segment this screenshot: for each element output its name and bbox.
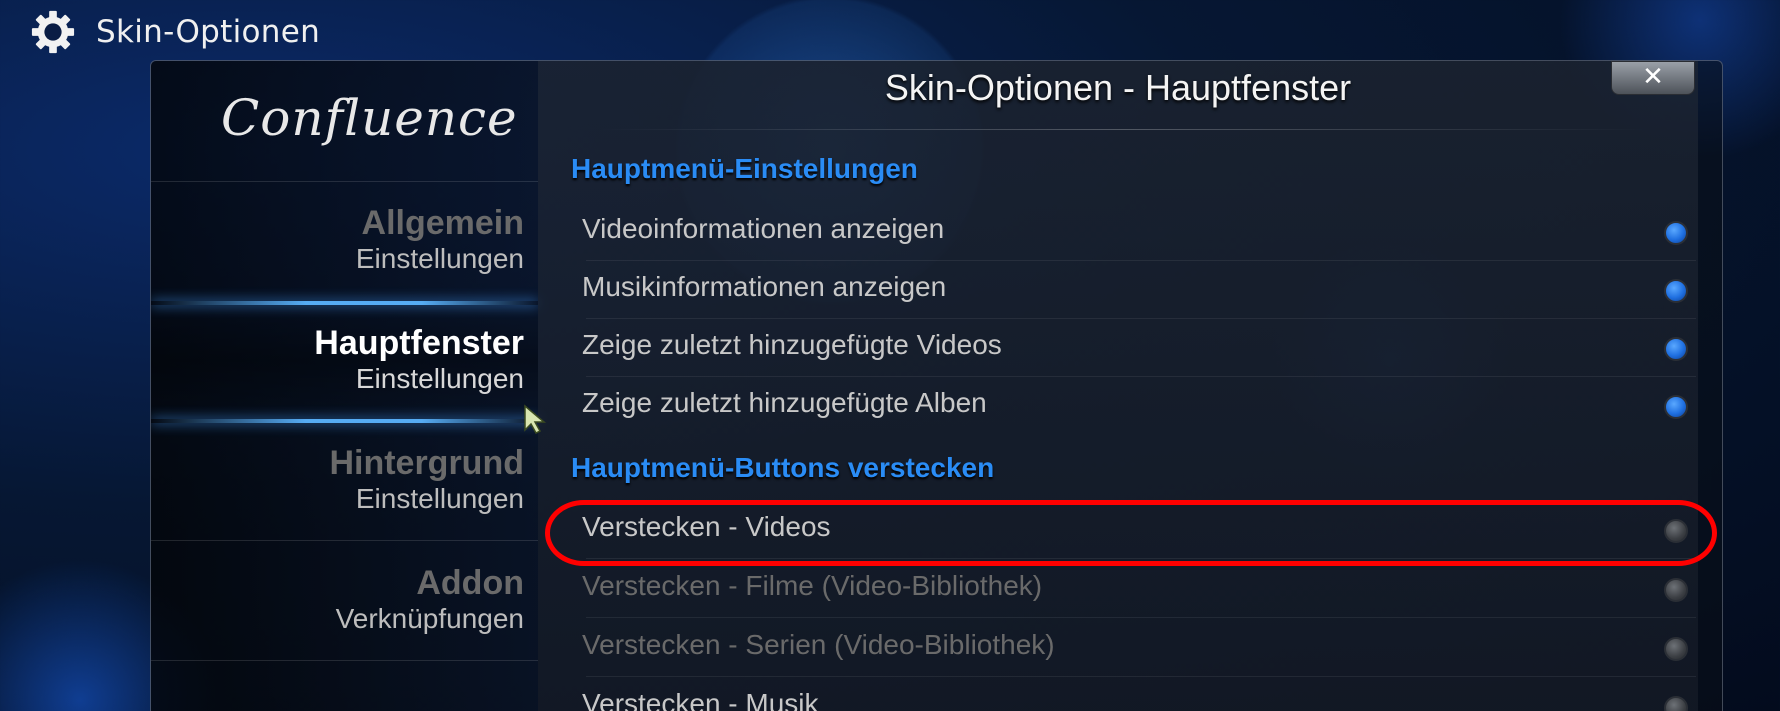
settings-panel: Skin-Optionen - Hauptfenster Hauptmenü-E… xyxy=(538,61,1698,711)
sidebar-item-title: Hauptfenster xyxy=(314,324,524,362)
sidebar-item-subtitle: Einstellungen xyxy=(355,363,524,394)
toggle-off-icon[interactable] xyxy=(1664,696,1688,711)
setting-label: Verstecken - Musik xyxy=(582,688,819,711)
sidebar: Confluence Allgemein Einstellungen Haupt… xyxy=(151,61,538,711)
setting-row-recent-videos[interactable]: Zeige zuletzt hinzugefügte Videos xyxy=(566,319,1696,377)
sidebar-item-title: Addon xyxy=(416,564,524,602)
sidebar-item-title: Allgemein xyxy=(361,204,524,242)
setting-label: Videoinformationen anzeigen xyxy=(582,213,945,244)
toggle-on-icon[interactable] xyxy=(1664,395,1688,419)
setting-row-musikinformationen[interactable]: Musikinformationen anzeigen xyxy=(566,261,1696,319)
setting-row-videoinformationen[interactable]: Videoinformationen anzeigen xyxy=(566,203,1696,261)
mouse-cursor-icon xyxy=(524,404,547,434)
sidebar-item-hauptfenster[interactable]: Hauptfenster Einstellungen xyxy=(314,324,524,395)
sidebar-item-title: Hintergrund xyxy=(329,444,524,482)
toggle-on-icon[interactable] xyxy=(1664,337,1688,361)
setting-label: Musikinformationen anzeigen xyxy=(582,271,947,302)
annotation-highlight-ellipse xyxy=(545,500,1717,566)
close-button[interactable]: ✕ xyxy=(1611,61,1695,95)
window-title: Skin-Optionen xyxy=(96,14,321,50)
setting-label: Zeige zuletzt hinzugefügte Alben xyxy=(582,387,987,418)
dialog-title: Skin-Optionen - Hauptfenster xyxy=(884,67,1352,108)
toggle-on-icon[interactable] xyxy=(1664,279,1688,303)
section-heading: Hauptmenü-Buttons verstecken xyxy=(571,452,995,483)
section-heading: Hauptmenü-Einstellungen xyxy=(571,153,918,184)
row-divider xyxy=(586,617,1696,618)
setting-row-hide-music[interactable]: Verstecken - Musik xyxy=(566,678,1688,711)
toggle-off-icon[interactable] xyxy=(1664,578,1688,602)
sidebar-item-hintergrund[interactable]: Hintergrund Einstellungen xyxy=(329,444,524,515)
sidebar-item-subtitle: Einstellungen xyxy=(355,243,524,274)
setting-label: Verstecken - Filme (Video-Bibliothek) xyxy=(582,570,1043,601)
active-glow-bottom xyxy=(151,419,538,423)
close-icon: ✕ xyxy=(1642,62,1664,92)
sidebar-divider xyxy=(151,660,538,661)
title-divider xyxy=(598,129,1648,130)
skin-options-dialog: Confluence Allgemein Einstellungen Haupt… xyxy=(150,60,1723,711)
sidebar-item-allgemein[interactable]: Allgemein Einstellungen xyxy=(356,204,524,275)
toggle-off-icon[interactable] xyxy=(1664,637,1688,661)
row-divider xyxy=(586,676,1696,677)
gear-icon xyxy=(31,10,75,54)
setting-row-hide-movies[interactable]: Verstecken - Filme (Video-Bibliothek) xyxy=(566,560,1696,618)
sidebar-divider xyxy=(151,181,538,182)
toggle-on-icon[interactable] xyxy=(1664,221,1688,245)
active-glow-top xyxy=(151,301,538,305)
sidebar-item-subtitle: Verknüpfungen xyxy=(335,603,524,634)
setting-label: Verstecken - Serien (Video-Bibliothek) xyxy=(582,629,1055,660)
sidebar-item-subtitle: Einstellungen xyxy=(355,483,524,514)
sidebar-item-addon[interactable]: Addon Verknüpfungen xyxy=(336,564,524,635)
setting-label: Zeige zuletzt hinzugefügte Videos xyxy=(582,329,1002,360)
confluence-logo: Confluence xyxy=(221,89,517,159)
sidebar-divider xyxy=(151,540,538,541)
top-bar: Skin-Optionen xyxy=(30,8,320,56)
logo-text: Confluence xyxy=(221,89,518,147)
setting-row-recent-albums[interactable]: Zeige zuletzt hinzugefügte Alben xyxy=(566,377,1688,435)
setting-row-hide-series[interactable]: Verstecken - Serien (Video-Bibliothek) xyxy=(566,619,1696,677)
